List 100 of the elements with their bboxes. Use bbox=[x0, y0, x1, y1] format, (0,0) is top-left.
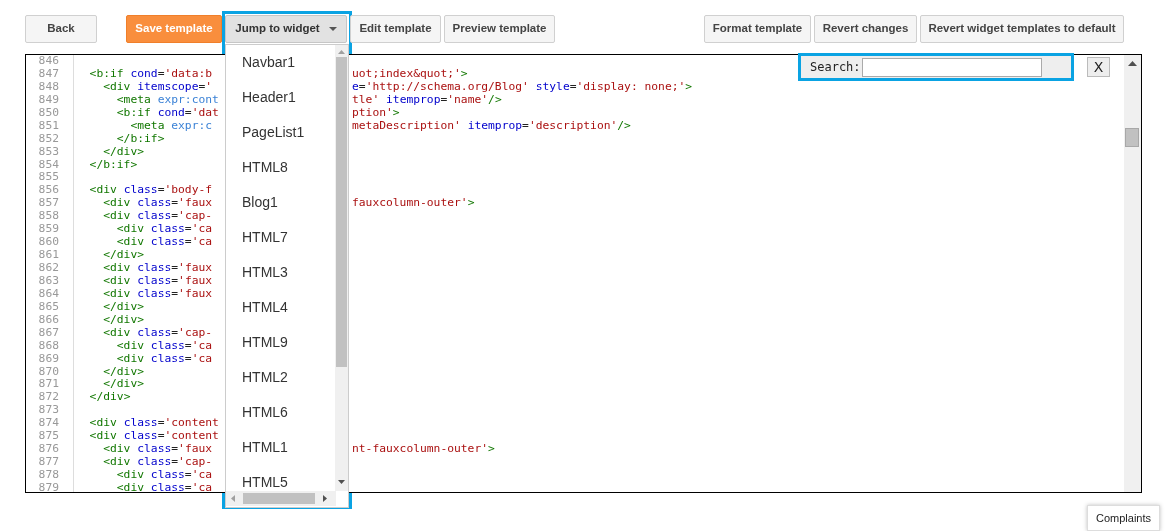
line-number: 868 bbox=[38, 338, 59, 352]
horizontal-scrollbar[interactable] bbox=[226, 491, 336, 506]
caret-icon bbox=[328, 27, 337, 31]
menu-item[interactable]: HTML8 bbox=[226, 150, 335, 185]
code-text: </div> bbox=[102, 248, 145, 262]
line-number: 874 bbox=[38, 416, 59, 430]
code-text: ption'> bbox=[352, 106, 400, 120]
code-text: </b:if> bbox=[115, 131, 165, 145]
menu-item[interactable]: HTML9 bbox=[226, 325, 335, 360]
line-number: 866 bbox=[38, 312, 59, 326]
vertical-scrollbar[interactable] bbox=[1124, 55, 1141, 492]
scroll-down-icon[interactable] bbox=[338, 480, 345, 484]
line-number: 859 bbox=[38, 222, 59, 236]
scrollbar-thumb[interactable] bbox=[336, 57, 347, 367]
complaints-button[interactable]: Complaints bbox=[1087, 505, 1160, 531]
line-number: 870 bbox=[38, 364, 59, 378]
menu-item[interactable]: HTML3 bbox=[226, 255, 335, 290]
toolbar-button[interactable]: Revert changes bbox=[814, 15, 917, 43]
scroll-left-icon[interactable] bbox=[231, 495, 235, 502]
line-number: 863 bbox=[38, 273, 59, 287]
line-number: 851 bbox=[38, 118, 59, 132]
toolbar-button[interactable]: Edit template bbox=[350, 15, 441, 43]
menu-item[interactable]: HTML2 bbox=[226, 360, 335, 395]
code-text: <div class='ca bbox=[115, 338, 213, 352]
line-number: 875 bbox=[38, 429, 59, 443]
code-text: uot;index&quot;'> bbox=[352, 67, 468, 81]
line-number: 873 bbox=[38, 403, 59, 417]
menu-item[interactable]: HTML1 bbox=[226, 430, 335, 465]
line-number: 853 bbox=[38, 144, 59, 158]
code-text: <div class='cap- bbox=[102, 209, 213, 223]
vertical-scrollbar[interactable] bbox=[335, 45, 348, 491]
code-text: </div> bbox=[102, 377, 145, 391]
code-text: fauxcolumn-outer'> bbox=[352, 197, 475, 211]
code-text: <div class='faux bbox=[102, 286, 213, 300]
code-text: <meta expr:c bbox=[129, 118, 213, 132]
line-number: 876 bbox=[38, 442, 59, 456]
code-text: </b:if> bbox=[88, 157, 138, 171]
scrollbar-thumb[interactable] bbox=[1125, 128, 1139, 147]
code-text: </div> bbox=[88, 390, 131, 404]
toolbar-button[interactable]: Revert widget templates to default bbox=[920, 15, 1124, 43]
code-text: <div class='ca bbox=[115, 351, 213, 365]
line-number: 877 bbox=[38, 455, 59, 469]
line-number: 854 bbox=[38, 157, 59, 171]
menu-item[interactable]: HTML4 bbox=[226, 290, 335, 325]
code-text: <div class='cap- bbox=[102, 455, 213, 469]
code-text: <div class='faux bbox=[102, 196, 213, 210]
menu-item[interactable]: Blog1 bbox=[226, 185, 335, 220]
code-text: </div> bbox=[102, 312, 145, 326]
line-number: 867 bbox=[38, 325, 59, 339]
line-number: 855 bbox=[38, 170, 59, 184]
code-text: <div class='body-f bbox=[88, 183, 213, 197]
line-number: 852 bbox=[38, 131, 59, 145]
code-text: <div class='ca bbox=[115, 480, 213, 492]
line-number: 872 bbox=[38, 390, 59, 404]
menu-item[interactable]: Navbar1 bbox=[226, 45, 335, 80]
close-search-button[interactable]: X bbox=[1087, 57, 1110, 77]
line-number: 869 bbox=[38, 351, 59, 365]
line-number: 864 bbox=[38, 286, 59, 300]
code-text: <div class='content bbox=[88, 416, 219, 430]
line-number: 850 bbox=[38, 105, 59, 119]
menu-item[interactable]: PageList1 bbox=[226, 115, 335, 150]
code-text: <div class='ca bbox=[115, 222, 213, 236]
toolbar-button[interactable]: Format template bbox=[704, 15, 811, 43]
line-number: 849 bbox=[38, 92, 59, 106]
code-text: <div class='faux bbox=[102, 442, 213, 456]
code-text: metaDescription' itemprop='description'/> bbox=[352, 119, 631, 133]
menu-item[interactable]: HTML7 bbox=[226, 220, 335, 255]
menu-item[interactable]: HTML5 bbox=[226, 465, 335, 491]
code-text: <div class='ca bbox=[115, 235, 213, 249]
code-text: <b:if cond='dat bbox=[115, 105, 219, 119]
line-number: 865 bbox=[38, 299, 59, 313]
code-text: <b:if cond='data:b bbox=[88, 66, 213, 80]
line-number: 860 bbox=[38, 235, 59, 249]
code-text: <div class='ca bbox=[115, 468, 213, 481]
code-text: tle' itemprop='name'/> bbox=[352, 93, 502, 107]
menu-item[interactable]: HTML6 bbox=[226, 395, 335, 430]
dropdown-button[interactable]: Jump to widget bbox=[225, 15, 347, 43]
line-number: 848 bbox=[38, 79, 59, 93]
scroll-up-icon[interactable] bbox=[1128, 61, 1137, 66]
code-text: </div> bbox=[102, 144, 145, 158]
search-label: Search: bbox=[810, 59, 861, 76]
search-field[interactable] bbox=[861, 57, 1042, 77]
line-number: 856 bbox=[38, 183, 59, 197]
code-text: </div> bbox=[102, 299, 145, 313]
code-text: nt-fauxcolumn-outer'> bbox=[352, 443, 495, 457]
line-number: 857 bbox=[38, 196, 59, 210]
code-text: <div class='content bbox=[88, 429, 219, 443]
line-number: 847 bbox=[38, 66, 59, 80]
line-number: 858 bbox=[38, 209, 59, 223]
scrollbar-thumb[interactable] bbox=[243, 493, 315, 504]
code-text: </div> bbox=[102, 364, 145, 378]
code-text: <div class='cap- bbox=[102, 325, 213, 339]
toolbar-button[interactable]: Back bbox=[25, 15, 97, 43]
menu-item[interactable]: Header1 bbox=[226, 80, 335, 115]
toolbar-button[interactable]: Preview template bbox=[444, 15, 555, 43]
scroll-right-icon[interactable] bbox=[323, 495, 327, 502]
code-text: <div class='faux bbox=[102, 261, 213, 274]
line-number: 879 bbox=[38, 480, 59, 494]
line-number: 861 bbox=[38, 248, 59, 262]
line-number: 846 bbox=[38, 54, 59, 67]
